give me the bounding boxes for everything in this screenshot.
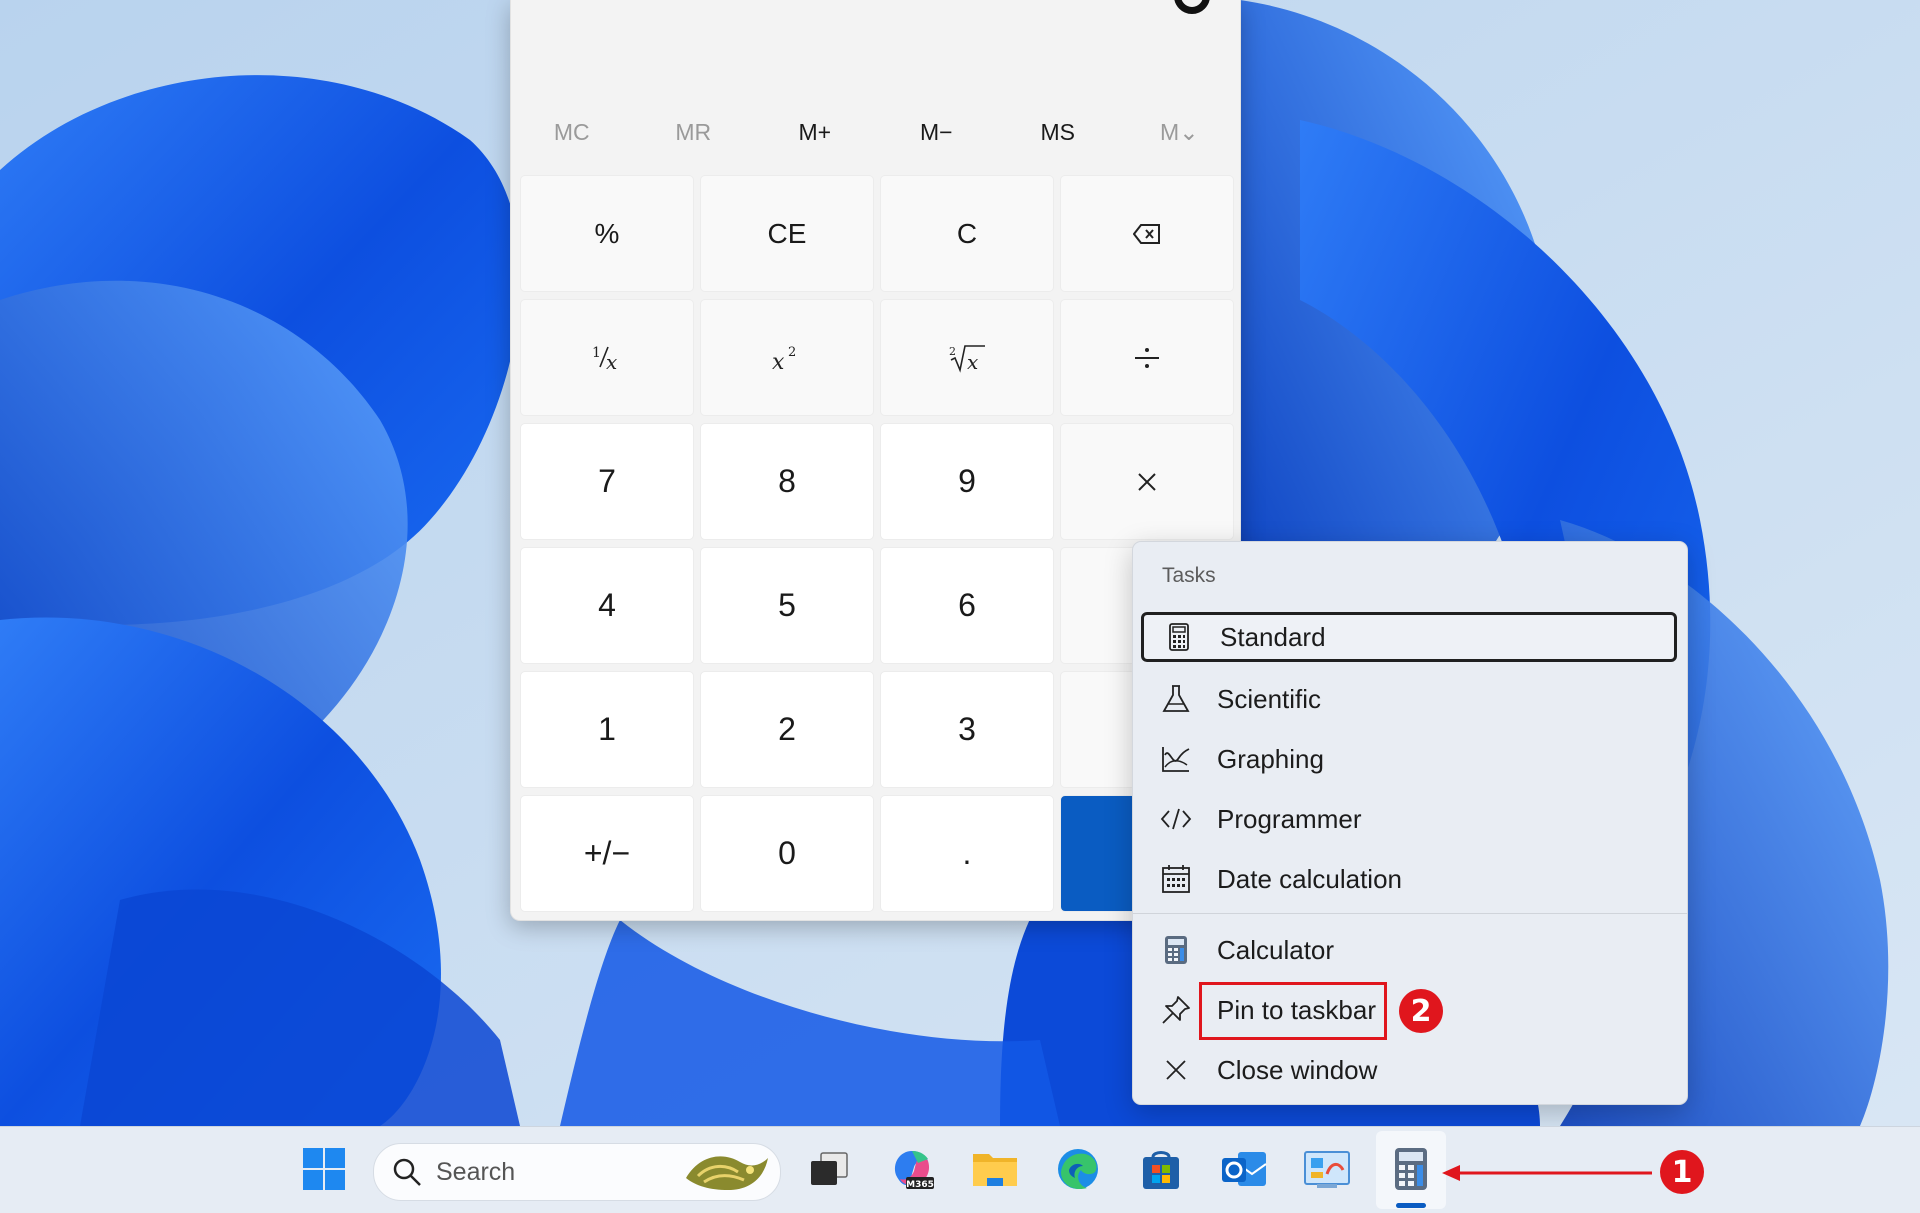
running-app-indicator [1396, 1203, 1426, 1208]
calculator-taskbar-button[interactable] [1383, 1141, 1439, 1197]
graph-icon [1159, 742, 1193, 776]
task-date-calculation[interactable]: Date calculation [1141, 854, 1677, 904]
memory-toolbar: MC MR M+ M− MS M⌄ [511, 110, 1240, 154]
edge-button[interactable] [1050, 1141, 1106, 1197]
digit-3-button[interactable]: 3 [880, 671, 1054, 788]
menu-divider [1133, 913, 1687, 914]
task-scientific[interactable]: Scientific [1141, 674, 1677, 724]
taskbar-search-box[interactable]: Search [373, 1143, 781, 1201]
memory-subtract-button[interactable]: M− [876, 110, 998, 154]
step-1-callout: 1 [1660, 1150, 1704, 1194]
task-label: Standard [1220, 621, 1326, 652]
digit-7-button[interactable]: 7 [520, 423, 694, 540]
svg-text:1: 1 [592, 345, 601, 361]
task-label: Date calculation [1217, 863, 1402, 894]
decimal-button[interactable]: . [880, 795, 1054, 912]
task-view-button[interactable] [801, 1141, 857, 1197]
open-calculator-item[interactable]: Calculator [1141, 925, 1677, 975]
microsoft-store-icon [1143, 1151, 1179, 1189]
microsoft-365-copilot-icon: M365 [894, 1151, 934, 1190]
task-standard[interactable]: Standard [1141, 612, 1677, 662]
control-panel-button[interactable] [1299, 1141, 1355, 1197]
step-2-callout: 2 [1399, 989, 1443, 1033]
multiply-icon [1138, 472, 1156, 491]
close-icon [1159, 1053, 1193, 1087]
file-explorer-icon [973, 1154, 1017, 1186]
memory-add-button[interactable]: M+ [754, 110, 876, 154]
task-graphing[interactable]: Graphing [1141, 734, 1677, 784]
digit-6-button[interactable]: 6 [880, 547, 1054, 664]
flask-icon [1159, 682, 1193, 716]
calculator-label: Calculator [1217, 934, 1335, 965]
calculator-app-icon [1159, 933, 1193, 967]
pin-to-taskbar-highlight [1199, 982, 1387, 1040]
tasks-heading: Tasks [1162, 564, 1216, 587]
digit-5-button[interactable]: 5 [700, 547, 874, 664]
digit-9-button[interactable]: 9 [880, 423, 1054, 540]
svg-text:2: 2 [949, 345, 956, 358]
outlook-button[interactable] [1216, 1141, 1272, 1197]
task-label: Graphing [1217, 743, 1324, 774]
memory-store-button[interactable]: MS [997, 110, 1119, 154]
calculator-icon [1395, 1148, 1427, 1190]
close-window-item[interactable]: Close window [1141, 1045, 1677, 1095]
multiply-button[interactable] [1060, 423, 1234, 540]
digit-2-button[interactable]: 2 [700, 671, 874, 788]
search-highlight-art [686, 1156, 768, 1190]
outlook-icon [1222, 1152, 1267, 1186]
code-icon [1159, 802, 1193, 836]
digit-1-button[interactable]: 1 [520, 671, 694, 788]
square-button[interactable]: x2 [700, 299, 874, 416]
backspace-icon [1133, 223, 1160, 244]
start-button[interactable] [296, 1141, 352, 1197]
square-root-icon: 2x [949, 345, 985, 373]
square-icon: x2 [772, 345, 796, 373]
search-placeholder: Search [436, 1157, 516, 1186]
memory-clear-button[interactable]: MC [511, 110, 633, 154]
memory-list-button[interactable]: M⌄ [1119, 110, 1241, 154]
memory-recall-button[interactable]: MR [633, 110, 755, 154]
divide-icon [1135, 347, 1159, 368]
pointer-arrow [1442, 1165, 1652, 1181]
calculator-standard-icon [1162, 620, 1196, 654]
clear-button[interactable]: C [880, 175, 1054, 292]
svg-text:x: x [967, 350, 978, 373]
task-programmer[interactable]: Programmer [1141, 794, 1677, 844]
close-window-label: Close window [1217, 1054, 1378, 1085]
digit-4-button[interactable]: 4 [520, 547, 694, 664]
svg-text:x: x [606, 350, 617, 373]
reciprocal-button[interactable]: 1x [520, 299, 694, 416]
percent-button[interactable]: % [520, 175, 694, 292]
file-explorer-button[interactable] [967, 1141, 1023, 1197]
microsoft-store-button[interactable] [1133, 1141, 1189, 1197]
task-label: Scientific [1217, 683, 1322, 714]
svg-text:x: x [772, 350, 785, 373]
edge-icon [1058, 1149, 1098, 1190]
start-icon [303, 1148, 345, 1190]
backspace-button[interactable] [1060, 175, 1234, 292]
pin-icon [1159, 993, 1193, 1027]
square-root-button[interactable]: 2x [880, 299, 1054, 416]
display-digit-fragment [1174, 0, 1210, 14]
divide-button[interactable] [1060, 299, 1234, 416]
task-view-icon [811, 1152, 848, 1185]
keypad: % CE C 1x x2 2x 7 8 9 4 5 6 1 2 3 +/− 0 … [520, 175, 1234, 912]
digit-8-button[interactable]: 8 [700, 423, 874, 540]
digit-0-button[interactable]: 0 [700, 795, 874, 912]
control-panel-icon [1304, 1151, 1350, 1188]
calendar-icon [1159, 862, 1193, 896]
negate-button[interactable]: +/− [520, 795, 694, 912]
reciprocal-icon: 1x [592, 345, 617, 373]
m365-badge-label: M365 [906, 1180, 934, 1190]
search-icon [393, 1158, 421, 1186]
clear-entry-button[interactable]: CE [700, 175, 874, 292]
microsoft-365-button[interactable]: M365 [884, 1141, 940, 1197]
svg-text:2: 2 [788, 345, 796, 360]
task-label: Programmer [1217, 803, 1362, 834]
